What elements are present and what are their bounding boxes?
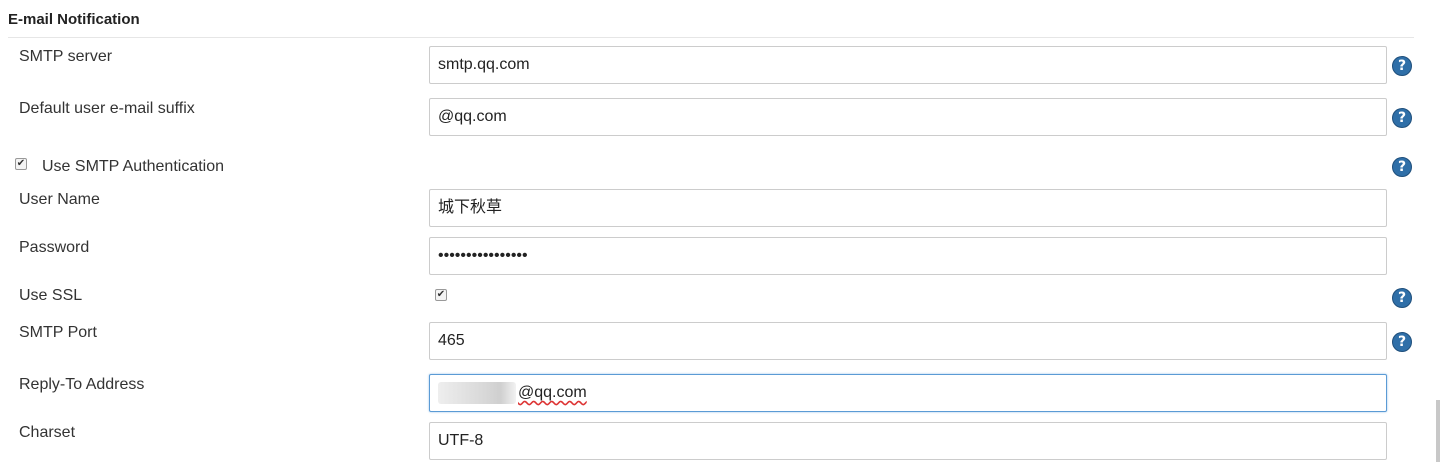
help-icon[interactable] — [1392, 288, 1412, 308]
help-icon[interactable] — [1392, 108, 1412, 128]
smtp-auth-label: Use SMTP Authentication — [42, 158, 225, 175]
smtp-port-row: SMTP Port 465 — [0, 322, 1441, 364]
email-suffix-label: Default user e-mail suffix — [19, 100, 195, 117]
section-divider — [8, 37, 1414, 38]
email-suffix-row: Default user e-mail suffix @qq.com — [0, 98, 1441, 140]
password-label: Password — [19, 239, 90, 256]
reply-to-row: Reply-To Address @qq.com — [0, 374, 1441, 416]
section-title: E-mail Notification — [8, 11, 140, 28]
help-icon[interactable] — [1392, 56, 1412, 76]
help-icon[interactable] — [1392, 157, 1412, 177]
smtp-auth-checkbox[interactable] — [15, 158, 27, 170]
reply-to-label: Reply-To Address — [19, 376, 145, 393]
scrollbar[interactable] — [1436, 400, 1440, 462]
smtp-server-label: SMTP server — [19, 48, 113, 65]
redacted-text — [438, 381, 516, 404]
use-ssl-checkbox[interactable] — [435, 289, 447, 301]
smtp-port-label: SMTP Port — [19, 324, 97, 341]
reply-to-value: @qq.com — [518, 384, 587, 401]
charset-label: Charset — [19, 424, 76, 441]
user-name-label: User Name — [19, 191, 100, 208]
smtp-server-row: SMTP server smtp.qq.com — [0, 46, 1441, 88]
password-row: Password •••••••••••••••• — [0, 237, 1441, 279]
user-name-input[interactable]: 城下秋草 — [429, 189, 1387, 227]
help-icon[interactable] — [1392, 332, 1412, 352]
email-suffix-input[interactable]: @qq.com — [429, 98, 1387, 136]
smtp-server-input[interactable]: smtp.qq.com — [429, 46, 1387, 84]
password-input[interactable]: •••••••••••••••• — [429, 237, 1387, 275]
charset-input[interactable]: UTF-8 — [429, 422, 1387, 460]
reply-to-input[interactable]: @qq.com — [429, 374, 1387, 412]
use-ssl-label: Use SSL — [19, 287, 83, 304]
charset-row: Charset UTF-8 — [0, 422, 1441, 464]
smtp-port-input[interactable]: 465 — [429, 322, 1387, 360]
user-name-row: User Name 城下秋草 — [0, 189, 1441, 231]
